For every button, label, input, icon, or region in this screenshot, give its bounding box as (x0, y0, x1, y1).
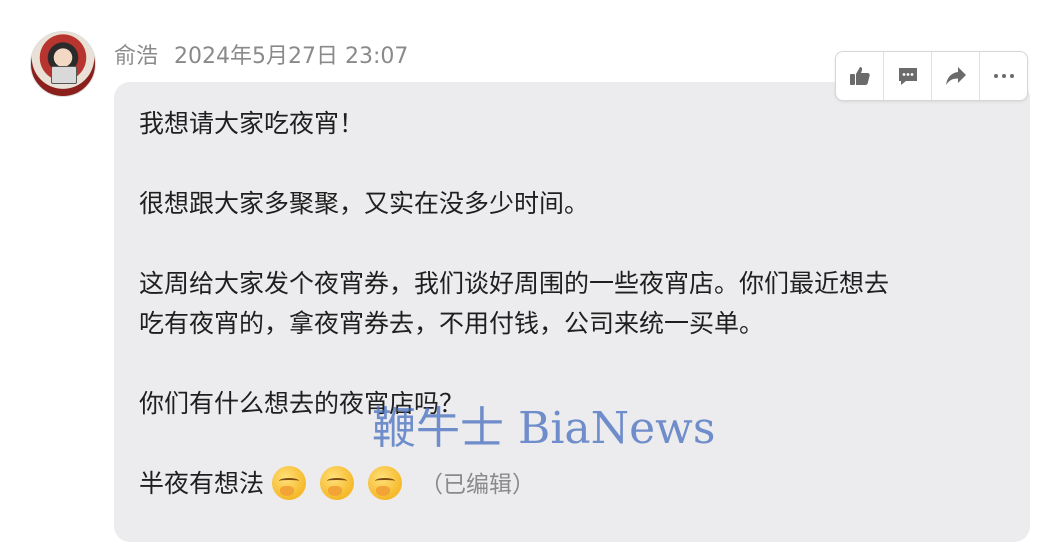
share-icon (945, 67, 966, 85)
comment-button[interactable] (884, 52, 932, 100)
message-body: 我想请大家吃夜宵！ 很想跟大家多聚聚，又实在没多少时间。 这周给大家发个夜宵券，… (139, 104, 999, 505)
share-button[interactable] (932, 52, 980, 100)
hand-over-mouth-emoji (271, 466, 306, 500)
comment-icon (898, 68, 917, 85)
message-line: 我想请大家吃夜宵！ (139, 109, 365, 138)
author-name[interactable]: 俞浩 (114, 44, 158, 69)
message-line: 你们有什么想去的夜宵店吗？ (139, 389, 465, 418)
message-last-line: 半夜有想法 （已编辑） (139, 464, 999, 505)
hand-over-mouth-emoji (319, 466, 354, 500)
edited-label: （已编辑） (419, 472, 535, 498)
post-meta: 俞浩 2024年5月27日 23:07 (114, 38, 408, 70)
more-button[interactable] (980, 52, 1027, 100)
author-avatar[interactable] (30, 31, 96, 97)
message-line: 半夜有想法 (139, 469, 265, 498)
message-line: 这周给大家发个夜宵券，我们谈好周围的一些夜宵店。你们最近想去 (139, 269, 890, 298)
message-action-toolbar (835, 51, 1028, 101)
like-button[interactable] (836, 52, 884, 100)
thumbs-up-icon (849, 67, 870, 85)
hand-over-mouth-emoji (367, 466, 402, 500)
message-line: 很想跟大家多聚聚，又实在没多少时间。 (139, 189, 590, 218)
post-timestamp: 2024年5月27日 23:07 (174, 44, 409, 69)
more-icon (993, 74, 1014, 78)
message-line: 吃有夜宵的，拿夜宵券去，不用付钱，公司来统一买单。 (139, 309, 765, 338)
